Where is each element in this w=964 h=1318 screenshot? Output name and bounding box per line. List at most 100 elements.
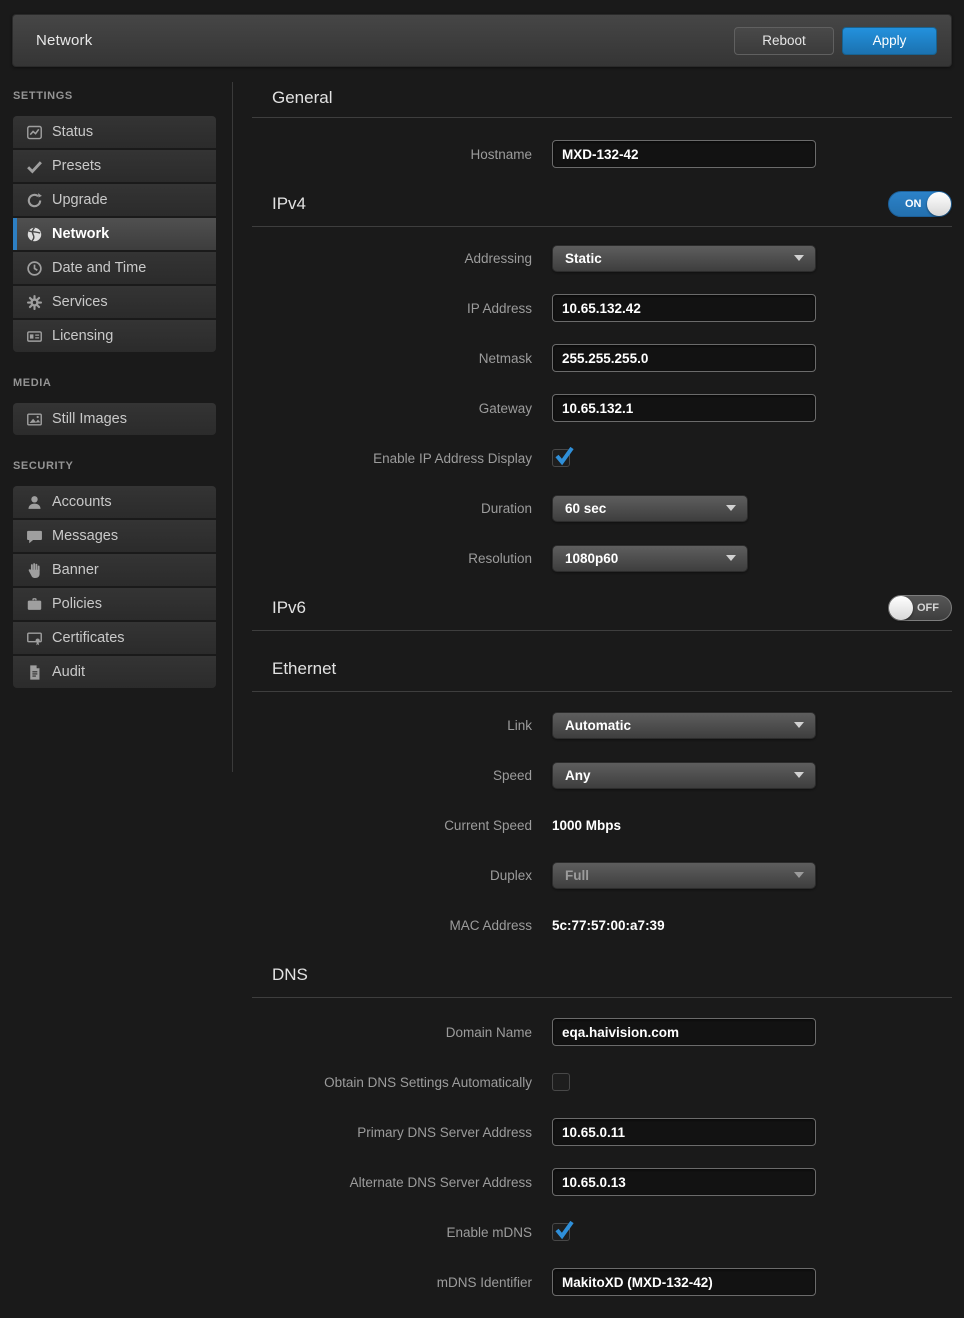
page-title: Network: [36, 32, 734, 49]
enable-ip-display-row: Enable IP Address Display: [252, 444, 952, 472]
primary-dns-input[interactable]: [552, 1118, 816, 1146]
apply-button[interactable]: Apply: [842, 27, 937, 55]
enable-ip-display-checkbox[interactable]: [552, 449, 570, 467]
enable-mdns-row: Enable mDNS: [252, 1218, 952, 1246]
enable-mdns-checkbox[interactable]: [552, 1223, 570, 1241]
current-speed-row: Current Speed 1000 Mbps: [252, 811, 952, 839]
topbar: Network Reboot Apply: [12, 14, 952, 67]
sidebar-item-upgrade[interactable]: Upgrade: [13, 184, 216, 216]
sidebar-divider: [232, 82, 233, 772]
netmask-input[interactable]: [552, 344, 816, 372]
section-divider: [252, 630, 952, 631]
sidebar-item-services[interactable]: Services: [13, 286, 216, 318]
link-dropdown[interactable]: Automatic: [552, 712, 816, 739]
chevron-down-icon: [726, 555, 736, 561]
enable-ip-display-label: Enable IP Address Display: [252, 451, 532, 466]
obtain-dns-auto-checkbox[interactable]: [552, 1073, 570, 1091]
sidebar-item-date-and-time[interactable]: Date and Time: [13, 252, 216, 284]
section-ipv6: IPv6 OFF: [252, 594, 952, 631]
sidebar-item-messages[interactable]: Messages: [13, 520, 216, 552]
toggle-off-label: OFF: [917, 602, 939, 614]
certificate-icon: [25, 629, 43, 647]
domain-name-input[interactable]: [552, 1018, 816, 1046]
duration-value: 60 sec: [565, 501, 606, 516]
speed-dropdown[interactable]: Any: [552, 762, 816, 789]
alternate-dns-input[interactable]: [552, 1168, 816, 1196]
speed-row: Speed Any: [252, 761, 952, 789]
current-speed-label: Current Speed: [252, 818, 532, 833]
chevron-down-icon: [794, 772, 804, 778]
sidebar-item-label: Licensing: [52, 328, 113, 344]
hostname-row: Hostname: [252, 140, 952, 168]
duplex-label: Duplex: [252, 868, 532, 883]
mac-address-value: 5c:77:57:00:a7:39: [552, 918, 665, 933]
ip-address-label: IP Address: [252, 301, 532, 316]
domain-name-row: Domain Name: [252, 1018, 952, 1046]
sidebar-item-banner[interactable]: Banner: [13, 554, 216, 586]
image-icon: [25, 410, 43, 428]
section-divider: [252, 226, 952, 227]
domain-name-label: Domain Name: [252, 1025, 532, 1040]
link-row: Link Automatic: [252, 711, 952, 739]
toggle-on-label: ON: [905, 198, 922, 210]
reboot-button[interactable]: Reboot: [734, 27, 834, 55]
section-divider: [252, 997, 952, 998]
alternate-dns-row: Alternate DNS Server Address: [252, 1168, 952, 1196]
chevron-down-icon: [794, 722, 804, 728]
mdns-identifier-input[interactable]: [552, 1268, 816, 1296]
mdns-identifier-row: mDNS Identifier: [252, 1268, 952, 1296]
ip-address-row: IP Address: [252, 294, 952, 322]
sidebar-item-label: Accounts: [52, 494, 112, 510]
hostname-input[interactable]: [552, 140, 816, 168]
duplex-dropdown[interactable]: Full: [552, 862, 816, 889]
mac-address-row: MAC Address 5c:77:57:00:a7:39: [252, 911, 952, 939]
sidebar-item-still-images[interactable]: Still Images: [13, 403, 216, 435]
resolution-dropdown[interactable]: 1080p60: [552, 545, 748, 572]
sidebar-item-accounts[interactable]: Accounts: [13, 486, 216, 518]
sidebar-item-label: Banner: [52, 562, 99, 578]
toggle-knob: [889, 596, 913, 620]
section-title-ipv6: IPv6: [272, 598, 306, 618]
section-title-ipv4: IPv4: [272, 194, 306, 214]
ip-address-input[interactable]: [552, 294, 816, 322]
primary-dns-row: Primary DNS Server Address: [252, 1118, 952, 1146]
sidebar-item-status[interactable]: Status: [13, 116, 216, 148]
sidebar-heading-media: MEDIA: [13, 377, 232, 389]
gear-icon: [25, 293, 43, 311]
sidebar-item-label: Services: [52, 294, 108, 310]
addressing-label: Addressing: [252, 251, 532, 266]
sidebar-heading-security: SECURITY: [13, 460, 232, 472]
refresh-icon: [25, 191, 43, 209]
gateway-input[interactable]: [552, 394, 816, 422]
sidebar-item-audit[interactable]: Audit: [13, 656, 216, 688]
sidebar-item-label: Upgrade: [52, 192, 108, 208]
duration-dropdown[interactable]: 60 sec: [552, 495, 748, 522]
speed-label: Speed: [252, 768, 532, 783]
sidebar-item-certificates[interactable]: Certificates: [13, 622, 216, 654]
sidebar-item-licensing[interactable]: Licensing: [13, 320, 216, 352]
chevron-down-icon: [794, 872, 804, 878]
ipv6-toggle[interactable]: OFF: [888, 595, 952, 621]
sidebar-item-policies[interactable]: Policies: [13, 588, 216, 620]
duplex-value: Full: [565, 868, 589, 883]
sidebar-item-label: Audit: [52, 664, 85, 680]
duration-label: Duration: [252, 501, 532, 516]
section-divider: [252, 117, 952, 118]
checkmark-icon: [553, 445, 575, 467]
license-card-icon: [25, 327, 43, 345]
sidebar-item-network[interactable]: Network: [13, 218, 216, 250]
sidebar-item-presets[interactable]: Presets: [13, 150, 216, 182]
chevron-down-icon: [794, 255, 804, 261]
addressing-row: Addressing Static: [252, 244, 952, 272]
sidebar-item-label: Presets: [52, 158, 101, 174]
sidebar-item-label: Network: [52, 226, 109, 242]
person-icon: [25, 493, 43, 511]
chevron-down-icon: [726, 505, 736, 511]
netmask-row: Netmask: [252, 344, 952, 372]
section-title-general: General: [272, 88, 332, 108]
section-general: General Hostname: [252, 87, 952, 168]
addressing-value: Static: [565, 251, 602, 266]
addressing-dropdown[interactable]: Static: [552, 245, 816, 272]
ipv4-toggle[interactable]: ON: [888, 191, 952, 217]
section-dns: DNS Domain Name Obtain DNS Settings Auto…: [252, 961, 952, 1296]
